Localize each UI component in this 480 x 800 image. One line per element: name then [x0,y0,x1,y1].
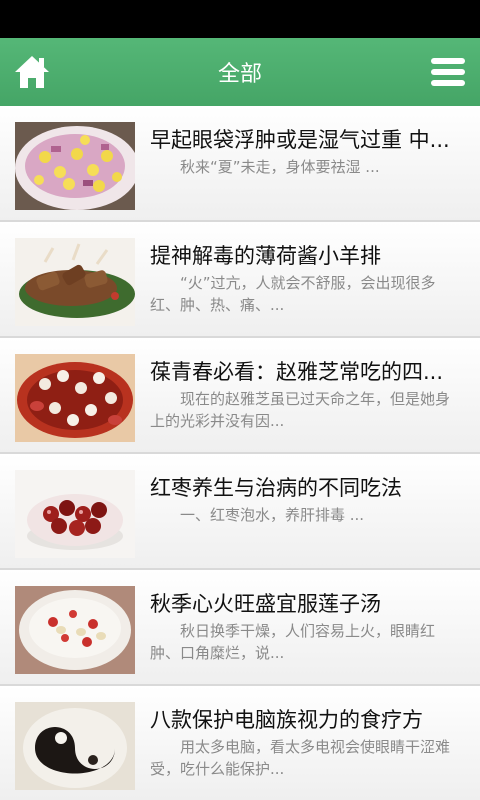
article-item[interactable]: 秋季心火旺盛宜服莲子汤 秋日换季干燥，人们容易上火，眼睛红肿、口角糜烂，说... [0,570,480,686]
article-thumbnail [15,470,135,558]
article-summary: 秋日换季干燥，人们容易上火，眼睛红肿、口角糜烂，说... [150,622,436,662]
app-header: 全部 [0,38,480,106]
article-title: 早起眼袋浮肿或是湿气过重 中... [150,128,450,152]
home-button[interactable] [10,50,54,94]
article-summary: 现在的赵雅芝虽已过天命之年，但是她身上的光彩并没有因... [150,390,451,430]
article-title: 秋季心火旺盛宜服莲子汤 [150,592,381,616]
article-thumbnail [15,702,135,790]
article-thumbnail [15,238,135,326]
article-item[interactable]: 红枣养生与治病的不同吃法 一、红枣泡水，养肝排毒 ... [0,454,480,570]
home-icon [15,56,49,88]
article-item[interactable]: 葆青春必看：赵雅芝常吃的四... 现在的赵雅芝虽已过天命之年，但是她身上的光彩并… [0,338,480,454]
article-summary: 用太多电脑，看太多电视会使眼睛干涩难受，吃什么能保护... [150,738,451,778]
menu-button[interactable] [428,52,468,92]
article-list: 早起眼袋浮肿或是湿气过重 中... 秋来“夏”未走，身体要祛湿 ... 提神解毒… [0,106,480,800]
article-thumbnail [15,354,135,442]
article-title: 红枣养生与治病的不同吃法 [150,476,402,500]
article-summary: 一、红枣泡水，养肝排毒 ... [180,506,365,524]
article-item[interactable]: 八款保护电脑族视力的食疗方 用太多电脑，看太多电视会使眼睛干涩难受，吃什么能保护… [0,686,480,800]
article-thumbnail [15,586,135,674]
article-summary: 秋来“夏”未走，身体要祛湿 ... [180,158,380,176]
article-title: 葆青春必看：赵雅芝常吃的四... [150,360,444,384]
article-title: 八款保护电脑族视力的食疗方 [150,708,423,732]
status-bar [0,0,480,38]
article-title: 提神解毒的薄荷酱小羊排 [150,244,381,268]
article-summary: “火”过亢，人就会不舒服，会出现很多红、肿、热、痛、... [150,274,436,314]
article-item[interactable]: 提神解毒的薄荷酱小羊排 “火”过亢，人就会不舒服，会出现很多红、肿、热、痛、..… [0,222,480,338]
article-thumbnail [15,122,135,210]
article-item[interactable]: 早起眼袋浮肿或是湿气过重 中... 秋来“夏”未走，身体要祛湿 ... [0,106,480,222]
hamburger-menu-icon [431,58,465,86]
page-title: 全部 [217,62,262,87]
